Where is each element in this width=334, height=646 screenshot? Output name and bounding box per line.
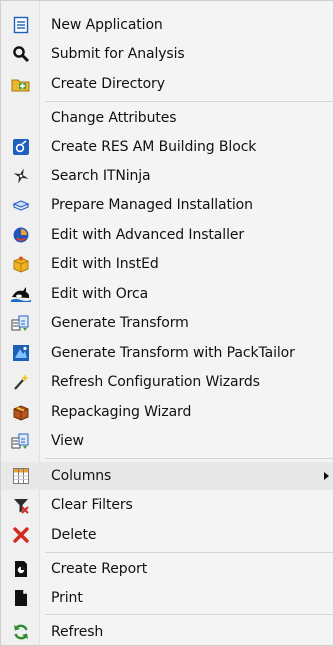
menu-item-create-directory[interactable]: Create Directory: [1, 70, 333, 98]
menu-item-label: Print: [51, 590, 83, 606]
menu-item-label: Delete: [51, 527, 97, 543]
menu-item-label: Columns: [51, 468, 112, 484]
menu-item-search-itninja[interactable]: Search ITNinja: [1, 162, 333, 190]
menu-item-label: Change Attributes: [51, 110, 177, 126]
transform-icon: [11, 313, 31, 333]
context-menu: New Application Submit for Analysis Crea…: [0, 0, 334, 646]
menu-item-edit-with-orca[interactable]: Edit with Orca: [1, 280, 333, 308]
packtailor-icon: [11, 343, 31, 363]
menu-item-print[interactable]: Print: [1, 584, 333, 612]
document-list-icon: [11, 15, 31, 35]
menu-item-clear-filters[interactable]: Clear Filters: [1, 491, 333, 519]
menu-item-label: View: [51, 433, 84, 449]
menu-item-label: Search ITNinja: [51, 168, 151, 184]
menu-item-change-attributes[interactable]: Change Attributes: [1, 104, 333, 132]
menu-separator: [45, 101, 333, 102]
menu-item-delete[interactable]: Delete: [1, 521, 333, 549]
res-am-icon: [11, 137, 31, 157]
refresh-arrows-icon: [11, 622, 31, 642]
shield-box-icon: [11, 195, 31, 215]
advanced-installer-icon: [11, 225, 31, 245]
menu-separator: [45, 614, 333, 615]
insted-box-icon: [11, 254, 31, 274]
menu-item-label: Prepare Managed Installation: [51, 197, 253, 213]
menu-item-label: Clear Filters: [51, 497, 133, 513]
menu-item-edit-with-insted[interactable]: Edit with InstEd: [1, 250, 333, 278]
menu-item-generate-transform[interactable]: Generate Transform: [1, 309, 333, 337]
magic-wand-icon: [11, 372, 31, 392]
submenu-arrow-icon: [324, 472, 329, 480]
menu-item-label: Repackaging Wizard: [51, 404, 192, 420]
menu-item-label: New Application: [51, 17, 163, 33]
clear-filter-icon: [11, 495, 31, 515]
menu-separator: [45, 458, 333, 459]
magnifier-icon: [11, 44, 31, 64]
menu-item-label: Edit with Advanced Installer: [51, 227, 245, 243]
ninja-star-icon: [11, 166, 31, 186]
columns-grid-icon: [11, 466, 31, 486]
menu-item-label: Generate Transform: [51, 315, 189, 331]
menu-item-label: Generate Transform with PackTailor: [51, 345, 295, 361]
menu-item-label: Edit with Orca: [51, 286, 149, 302]
menu-item-new-application[interactable]: New Application: [1, 11, 333, 39]
menu-item-columns[interactable]: Columns: [1, 462, 333, 490]
print-page-icon: [11, 588, 31, 608]
menu-item-edit-with-advanced-installer[interactable]: Edit with Advanced Installer: [1, 221, 333, 249]
orca-icon: [11, 284, 31, 304]
menu-item-label: Create Directory: [51, 76, 165, 92]
delete-x-icon: [11, 525, 31, 545]
menu-item-label: Edit with InstEd: [51, 256, 159, 272]
menu-item-view[interactable]: View: [1, 427, 333, 455]
menu-item-create-report[interactable]: Create Report: [1, 555, 333, 583]
report-icon: [11, 559, 31, 579]
menu-item-label: Submit for Analysis: [51, 46, 185, 62]
package-box-icon: [11, 402, 31, 422]
menu-item-create-res-am-building-block[interactable]: Create RES AM Building Block: [1, 133, 333, 161]
menu-item-generate-transform-packtailor[interactable]: Generate Transform with PackTailor: [1, 339, 333, 367]
menu-item-label: Create RES AM Building Block: [51, 139, 257, 155]
menu-item-label: Create Report: [51, 561, 148, 577]
menu-item-prepare-managed-installation[interactable]: Prepare Managed Installation: [1, 191, 333, 219]
new-folder-icon: [11, 74, 31, 94]
menu-item-label: Refresh Configuration Wizards: [51, 374, 260, 390]
menu-item-refresh-configuration-wizards[interactable]: Refresh Configuration Wizards: [1, 368, 333, 396]
menu-item-label: Refresh: [51, 624, 104, 640]
menu-separator: [45, 552, 333, 553]
menu-item-repackaging-wizard[interactable]: Repackaging Wizard: [1, 398, 333, 426]
menu-item-submit-for-analysis[interactable]: Submit for Analysis: [1, 40, 333, 68]
view-transform-icon: [11, 431, 31, 451]
menu-item-refresh[interactable]: Refresh: [1, 618, 333, 646]
